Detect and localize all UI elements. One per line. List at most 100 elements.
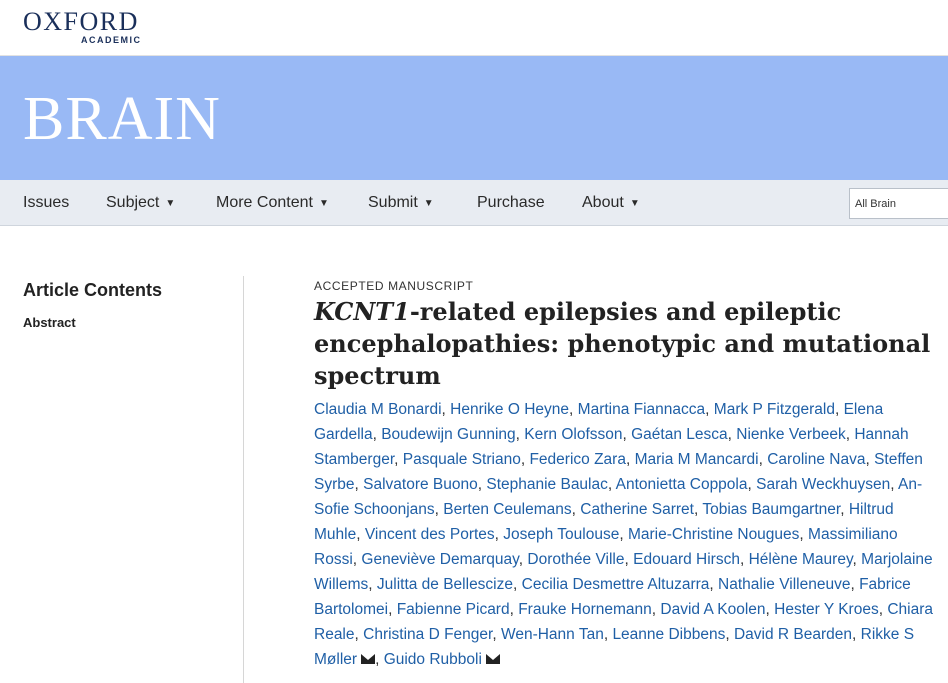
author-separator: ,: [619, 526, 628, 543]
author-link[interactable]: Gaétan Lesca: [631, 426, 728, 443]
author-link[interactable]: Boudewijn Gunning: [381, 426, 515, 443]
nav-item-label: About: [582, 194, 624, 211]
nav-item-issues[interactable]: Issues: [23, 194, 69, 212]
author-link[interactable]: Pasquale Striano: [403, 451, 521, 468]
nav-item-label: Purchase: [477, 194, 545, 211]
author-link[interactable]: Stephanie Baulac: [486, 476, 608, 493]
author-link[interactable]: Berten Ceulemans: [443, 501, 571, 518]
nav-item-purchase[interactable]: Purchase: [477, 194, 545, 212]
sidebar-link-abstract[interactable]: Abstract: [23, 315, 223, 330]
author-separator: ,: [375, 651, 384, 668]
author-link[interactable]: Cecilia Desmettre Altuzarra: [522, 576, 710, 593]
nav-item-more-content[interactable]: More Content ▼: [216, 194, 329, 212]
author-link[interactable]: Wen-Hann Tan: [501, 626, 604, 643]
author-link[interactable]: Marie-Christine Nougues: [628, 526, 799, 543]
nav-item-about[interactable]: About ▼: [582, 194, 640, 212]
author-link[interactable]: Vincent des Portes: [365, 526, 495, 543]
author-separator: ,: [569, 401, 578, 418]
author-separator: ,: [388, 601, 397, 618]
author-link[interactable]: Edouard Hirsch: [633, 551, 740, 568]
nav-item-subject[interactable]: Subject ▼: [106, 194, 175, 212]
author-link[interactable]: Tobias Baumgartner: [702, 501, 840, 518]
author-separator: ,: [865, 451, 875, 468]
author-link[interactable]: Mark P Fitzgerald: [714, 401, 835, 418]
author-link[interactable]: Martina Fiannacca: [578, 401, 706, 418]
author-link[interactable]: Caroline Nava: [767, 451, 865, 468]
author-separator: ,: [739, 551, 749, 568]
envelope-icon[interactable]: [485, 654, 500, 664]
sidebar-divider: [243, 276, 244, 683]
author-separator: ,: [709, 576, 719, 593]
author-link[interactable]: Claudia M Bonardi: [314, 401, 442, 418]
logo-main-text: OXFORD: [23, 7, 139, 36]
article-title-gene: KCNT1: [314, 297, 410, 326]
author-list: Claudia M Bonardi, Henrike O Heyne, Mart…: [314, 397, 934, 672]
author-separator: ,: [494, 526, 504, 543]
author-link[interactable]: Frauke Hornemann: [518, 601, 652, 618]
author-separator: ,: [354, 476, 364, 493]
author-separator: ,: [727, 426, 737, 443]
envelope-icon[interactable]: [361, 654, 376, 664]
author-separator: ,: [571, 501, 581, 518]
author-link[interactable]: Geneviève Demarquay: [361, 551, 518, 568]
nav-item-label: Issues: [23, 194, 70, 211]
author-link[interactable]: Julitta de Bellescize: [377, 576, 513, 593]
logo-sub-text: ACADEMIC: [81, 35, 142, 45]
author-link[interactable]: Christina D Fenger: [363, 626, 492, 643]
author-link[interactable]: Salvatore Buono: [363, 476, 478, 493]
nav-item-submit[interactable]: Submit ▼: [368, 194, 434, 212]
oxford-academic-logo[interactable]: OXFORD ACADEMIC: [23, 7, 142, 46]
journal-title[interactable]: BRAIN: [23, 86, 221, 152]
author-link[interactable]: Nathalie Villeneuve: [718, 576, 850, 593]
search-scope-select[interactable]: All Brain: [849, 188, 948, 219]
author-link[interactable]: Fabienne Picard: [397, 601, 510, 618]
author-link[interactable]: Kern Olofsson: [524, 426, 622, 443]
author-link[interactable]: Maria M Mancardi: [635, 451, 759, 468]
author-separator: ,: [441, 401, 451, 418]
author-link[interactable]: Nienke Verbeek: [736, 426, 845, 443]
author-link[interactable]: Sarah Weckhuysen: [756, 476, 890, 493]
chevron-down-icon: ▼: [165, 198, 176, 209]
author-link[interactable]: Federico Zara: [529, 451, 625, 468]
author-separator: ,: [394, 451, 403, 468]
author-separator: ,: [852, 626, 861, 643]
journal-banner: BRAIN: [0, 56, 948, 180]
main-nav: Issues Subject ▼ More Content ▼ Submit ▼ Pu…: [0, 180, 948, 226]
author-link[interactable]: David A Koolen: [660, 601, 765, 618]
sidebar-title: Article Contents: [23, 280, 163, 300]
author-separator: ,: [368, 576, 377, 593]
nav-item-label: Submit: [368, 194, 418, 211]
nav-item-label: More Content: [216, 194, 313, 211]
author-separator: ,: [758, 451, 768, 468]
author-separator: ,: [705, 401, 714, 418]
site-header: OXFORD ACADEMIC: [0, 0, 948, 56]
article-type-label: ACCEPTED MANUSCRIPT: [314, 279, 474, 293]
author-separator: ,: [515, 426, 525, 443]
author-separator: ,: [890, 476, 899, 493]
author-link[interactable]: Guido Rubboli: [384, 651, 482, 668]
author-separator: ,: [354, 626, 364, 643]
author-separator: ,: [622, 426, 632, 443]
author-link[interactable]: Dorothée Ville: [527, 551, 624, 568]
author-separator: ,: [372, 426, 382, 443]
author-separator: ,: [747, 476, 757, 493]
author-link[interactable]: David R Bearden: [734, 626, 852, 643]
author-separator: ,: [509, 601, 519, 618]
author-link[interactable]: Joseph Toulouse: [503, 526, 619, 543]
chevron-down-icon: ▼: [629, 198, 640, 209]
author-link[interactable]: Antonietta Coppola: [616, 476, 748, 493]
article-header: ACCEPTED MANUSCRIPT KCNT1-related epilep…: [314, 279, 934, 672]
chevron-down-icon: ▼: [318, 198, 329, 209]
author-separator: ,: [799, 526, 809, 543]
author-link[interactable]: Leanne Dibbens: [612, 626, 725, 643]
author-separator: ,: [607, 476, 616, 493]
author-separator: ,: [356, 526, 365, 543]
author-separator: ,: [852, 551, 862, 568]
author-link[interactable]: Catherine Sarret: [580, 501, 694, 518]
author-separator: ,: [513, 576, 522, 593]
author-link[interactable]: Hester Y Kroes: [774, 601, 879, 618]
author-separator: ,: [625, 451, 635, 468]
chevron-down-icon: ▼: [423, 198, 434, 209]
author-link[interactable]: Hélène Maurey: [749, 551, 853, 568]
author-link[interactable]: Henrike O Heyne: [450, 401, 569, 418]
